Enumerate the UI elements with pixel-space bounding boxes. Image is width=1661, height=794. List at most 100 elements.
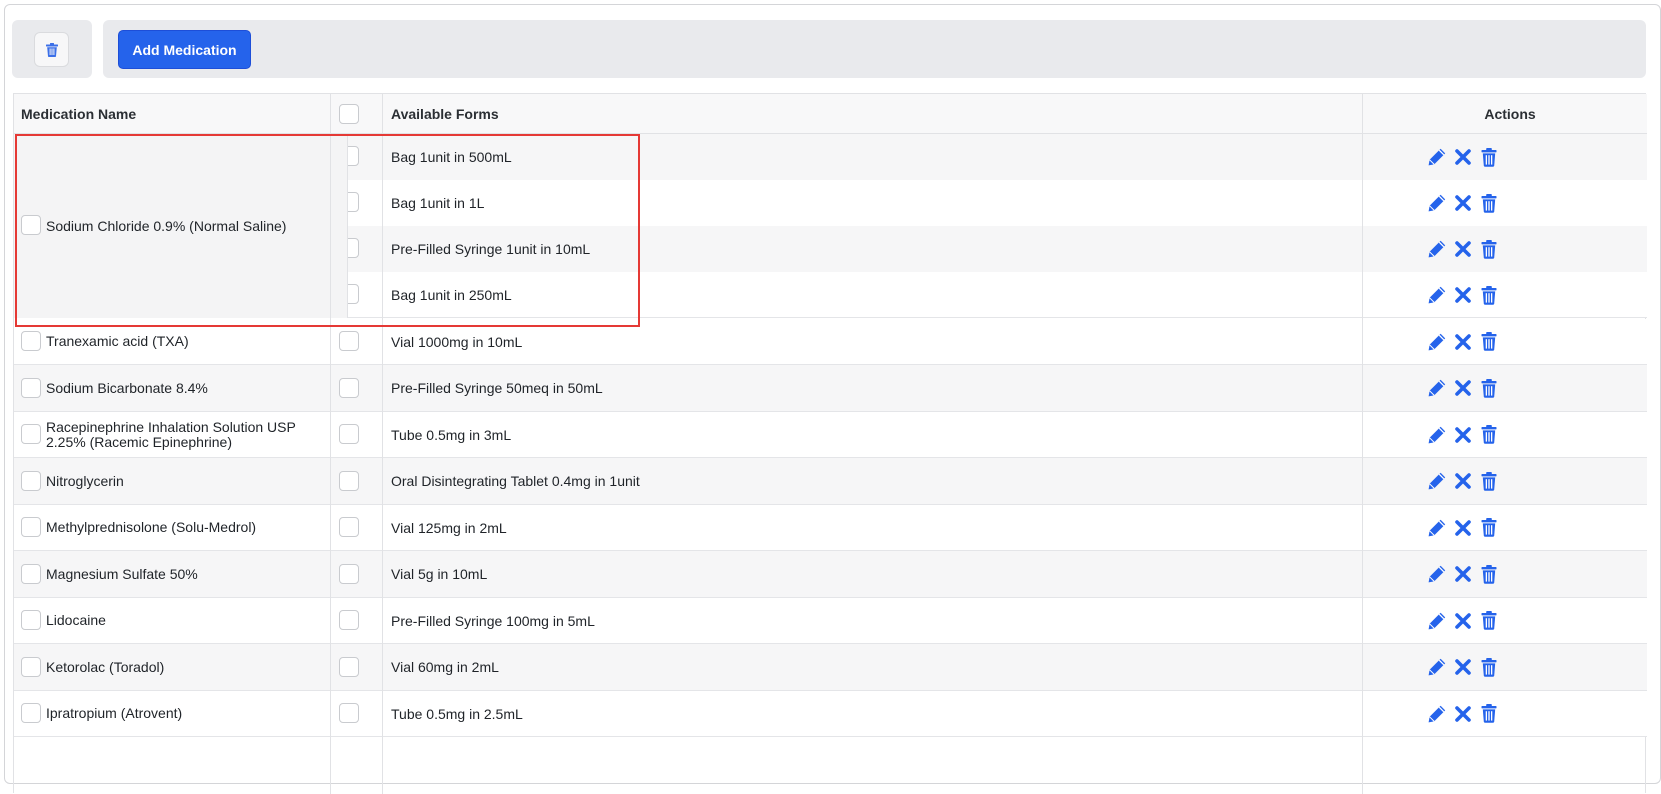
pencil-icon [1428,148,1446,166]
edit-button[interactable] [1426,703,1448,725]
edit-button[interactable] [1426,377,1448,399]
form-checkbox[interactable] [339,517,359,537]
delete-button[interactable] [1478,192,1500,214]
pencil-icon [1428,705,1446,722]
trash-icon [45,42,58,57]
delete-button[interactable] [1478,284,1500,306]
delete-button[interactable] [1478,377,1500,399]
medication-checkbox[interactable] [21,471,41,491]
delete-button[interactable] [1478,610,1500,632]
close-icon [1455,705,1471,722]
row-actions [1426,644,1500,690]
edit-button[interactable] [1426,331,1448,353]
medication-checkbox[interactable] [21,564,41,584]
pencil-icon [1428,333,1446,350]
edit-button[interactable] [1426,424,1448,446]
pencil-icon [1428,286,1446,304]
trash-icon [1481,518,1497,537]
trash-icon [1481,425,1497,444]
remove-button[interactable] [1452,377,1474,399]
edit-button[interactable] [1426,238,1448,260]
medication-checkbox[interactable] [21,424,41,444]
delete-button[interactable] [1478,563,1500,585]
remove-button[interactable] [1452,656,1474,678]
table-row: Lidocaine Pre-Filled Syringe 100mg in 5mL [14,598,1647,644]
medication-checkbox[interactable] [21,703,41,723]
edit-button[interactable] [1426,610,1448,632]
medication-checkbox[interactable] [21,215,41,235]
remove-button[interactable] [1452,284,1474,306]
remove-button[interactable] [1452,331,1474,353]
remove-button[interactable] [1452,703,1474,725]
edit-button[interactable] [1426,517,1448,539]
medication-checkbox[interactable] [21,657,41,677]
trash-icon [1481,657,1497,677]
remove-button[interactable] [1452,238,1474,260]
edit-button[interactable] [1426,192,1448,214]
medication-name: Lidocaine [46,612,106,628]
add-medication-button[interactable]: Add Medication [118,30,251,69]
medication-checkbox[interactable] [21,331,41,351]
edit-button[interactable] [1426,470,1448,492]
delete-button[interactable] [1478,703,1500,725]
trash-icon [1481,704,1497,723]
trash-icon [1481,285,1497,305]
remove-button[interactable] [1452,517,1474,539]
pencil-icon [1428,194,1446,212]
close-icon [1455,519,1471,536]
medication-checkbox[interactable] [21,517,41,537]
form-checkbox[interactable] [339,703,359,723]
remove-button[interactable] [1452,192,1474,214]
form-label: Bag 1unit in 250mL [391,286,512,303]
delete-button[interactable] [1478,238,1500,260]
delete-button[interactable] [1478,517,1500,539]
table-row: Nitroglycerin Oral Disintegrating Tablet … [14,458,1647,505]
remove-button[interactable] [1452,146,1474,168]
edit-button[interactable] [1426,656,1448,678]
row-actions [1426,691,1500,736]
edit-button[interactable] [1426,284,1448,306]
row-actions [1426,180,1500,226]
pencil-icon [1428,612,1446,629]
delete-button[interactable] [1478,656,1500,678]
delete-button[interactable] [1478,424,1500,446]
form-checkbox[interactable] [339,378,359,398]
toolbar-left [12,20,92,78]
form-label: Pre-Filled Syringe 1unit in 10mL [391,241,591,257]
form-checkbox[interactable] [339,564,359,584]
delete-button[interactable] [1478,331,1500,353]
row-actions [1426,365,1500,411]
form-checkbox[interactable] [339,657,359,677]
table-row: Tranexamic acid (TXA) Vial 1000mg in 10mL [14,319,1647,365]
form-checkbox[interactable] [339,471,359,491]
edit-button[interactable] [1426,563,1448,585]
remove-button[interactable] [1452,563,1474,585]
trash-icon [1481,378,1497,398]
pencil-icon [1428,565,1446,583]
medication-checkbox[interactable] [21,378,41,398]
delete-button[interactable] [1478,146,1500,168]
form-checkbox[interactable] [339,424,359,444]
close-icon [1455,426,1471,443]
remove-button[interactable] [1452,610,1474,632]
header-select-all [339,94,359,133]
medication-table: Medication Name Available Forms Actions … [13,93,1647,794]
select-all-checkbox[interactable] [339,103,359,124]
medication-checkbox[interactable] [21,610,41,630]
edit-button[interactable] [1426,146,1448,168]
medication-name: Tranexamic acid (TXA) [46,333,189,349]
row-actions [1426,412,1500,457]
pencil-icon [1428,240,1446,258]
column-divider [1362,94,1363,794]
header-medication-name: Medication Name [21,105,137,122]
delete-selected-button[interactable] [34,32,69,67]
form-label: Bag 1unit in 500mL [391,149,512,165]
form-checkbox[interactable] [339,610,359,630]
remove-button[interactable] [1452,424,1474,446]
delete-button[interactable] [1478,470,1500,492]
table-row: Ketorolac (Toradol) Vial 60mg in 2mL [14,644,1647,691]
medication-name: Ketorolac (Toradol) [46,658,165,675]
form-checkbox[interactable] [339,331,359,351]
close-icon [1455,380,1471,396]
remove-button[interactable] [1452,470,1474,492]
